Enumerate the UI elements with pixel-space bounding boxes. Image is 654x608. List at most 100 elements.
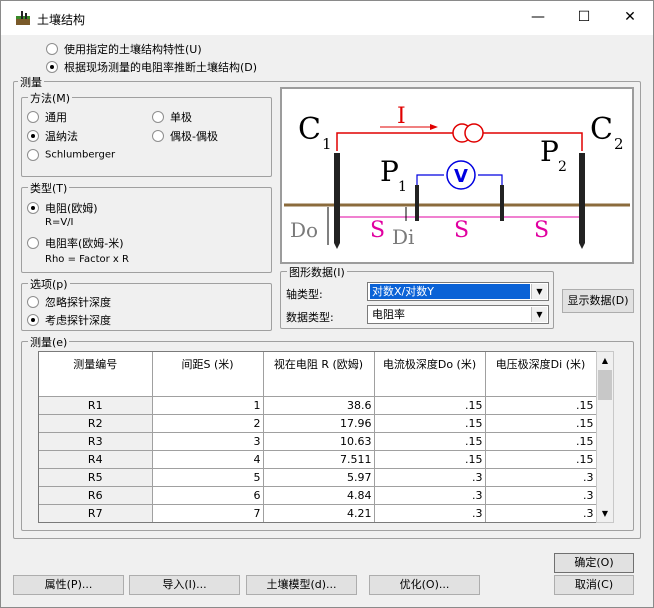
soil-model-button[interactable]: 土壤模型(d)... bbox=[246, 575, 357, 595]
method-wenner[interactable]: 温纳法 bbox=[27, 128, 78, 144]
method-group-title: 方法(M) bbox=[28, 90, 73, 106]
row-id[interactable]: R7 bbox=[39, 504, 153, 522]
radio-label: Schlumberger bbox=[45, 149, 116, 161]
table-row[interactable]: R5 5 5.97 .3 .3 bbox=[39, 468, 597, 487]
row-id[interactable]: R2 bbox=[39, 414, 153, 433]
c2-subscript: 2 bbox=[614, 135, 624, 153]
row-id[interactable]: R6 bbox=[39, 486, 153, 505]
cell-current-depth[interactable]: .3 bbox=[374, 504, 486, 522]
cell-current-depth[interactable]: .3 bbox=[374, 486, 486, 505]
col-header-current-depth[interactable]: 电流极深度Do (米) bbox=[374, 352, 486, 397]
cell-voltage-depth[interactable]: .15 bbox=[485, 414, 597, 433]
cell-resistance[interactable]: 38.6 bbox=[263, 396, 375, 415]
electrode-diagram: C 1 C 2 P 1 P 2 I V Do Di S S S bbox=[280, 87, 634, 264]
cell-voltage-depth[interactable]: .3 bbox=[485, 486, 597, 505]
show-data-button[interactable]: 显示数据(D) bbox=[562, 289, 634, 313]
option-consider-depth[interactable]: 考虑探针深度 bbox=[27, 312, 111, 328]
electrode-c1-tip bbox=[334, 243, 340, 249]
type-resistance[interactable]: 电阻(欧姆) bbox=[27, 200, 98, 216]
voltage-wire-left bbox=[416, 174, 444, 185]
cell-voltage-depth[interactable]: .3 bbox=[485, 468, 597, 487]
row-id[interactable]: R1 bbox=[39, 396, 153, 415]
cell-spacing[interactable]: 3 bbox=[152, 432, 264, 451]
current-label: I bbox=[397, 104, 406, 129]
radio-measured-structure[interactable]: 根据现场测量的电阻率推断土壤结构(D) bbox=[46, 59, 257, 75]
radio-label: 电阻(欧姆) bbox=[45, 202, 98, 215]
cell-resistance[interactable]: 5.97 bbox=[263, 468, 375, 487]
cell-current-depth[interactable]: .15 bbox=[374, 414, 486, 433]
scroll-up-icon[interactable]: ▲ bbox=[597, 352, 613, 369]
optimize-button[interactable]: 优化(O)... bbox=[369, 575, 480, 595]
cell-resistance[interactable]: 7.511 bbox=[263, 450, 375, 469]
cell-spacing[interactable]: 1 bbox=[152, 396, 264, 415]
cell-spacing[interactable]: 6 bbox=[152, 486, 264, 505]
axis-type-select[interactable]: 对数X/对数Y ▼ bbox=[367, 282, 549, 301]
cell-voltage-depth[interactable]: .15 bbox=[485, 432, 597, 451]
method-unipolar[interactable]: 单极 bbox=[152, 109, 192, 125]
radio-indicator bbox=[27, 296, 39, 308]
cell-resistance[interactable]: 10.63 bbox=[263, 432, 375, 451]
table-row[interactable]: R1 1 38.6 .15 .15 bbox=[39, 396, 597, 415]
close-button[interactable]: ✕ bbox=[607, 1, 653, 33]
row-id[interactable]: R5 bbox=[39, 468, 153, 487]
col-header-resistance[interactable]: 视在电阻 R (欧姆) bbox=[263, 352, 375, 397]
measurements-table: 测量编号 间距S (米) 视在电阻 R (欧姆) 电流极深度Do (米) 电压极… bbox=[38, 351, 614, 523]
maximize-button[interactable]: ☐ bbox=[561, 1, 607, 33]
ok-button[interactable]: 确定(O) bbox=[554, 553, 634, 573]
voltage-wire-right bbox=[478, 174, 503, 185]
minimize-button[interactable]: — bbox=[515, 1, 561, 33]
table-scrollbar[interactable]: ▲ ▼ bbox=[596, 351, 614, 523]
radio-indicator bbox=[27, 202, 39, 214]
row-id[interactable]: R3 bbox=[39, 432, 153, 451]
properties-button[interactable]: 属性(P)... bbox=[13, 575, 124, 595]
app-icon bbox=[16, 11, 30, 25]
cell-current-depth[interactable]: .15 bbox=[374, 396, 486, 415]
radio-label: 根据现场测量的电阻率推断土壤结构(D) bbox=[64, 61, 258, 74]
radio-specified-structure[interactable]: 使用指定的土壤结构特性(U) bbox=[46, 41, 202, 57]
table-row[interactable]: R4 4 7.511 .15 .15 bbox=[39, 450, 597, 469]
option-ignore-depth[interactable]: 忽略探针深度 bbox=[27, 294, 111, 310]
chevron-down-icon: ▼ bbox=[531, 307, 547, 322]
col-header-id[interactable]: 测量编号 bbox=[39, 352, 153, 397]
method-general[interactable]: 通用 bbox=[27, 109, 67, 125]
method-schlumberger[interactable]: Schlumberger bbox=[27, 148, 115, 164]
cancel-button[interactable]: 取消(C) bbox=[554, 575, 634, 595]
scroll-thumb[interactable] bbox=[598, 370, 612, 400]
cell-voltage-depth[interactable]: .15 bbox=[485, 450, 597, 469]
table-row[interactable]: R3 3 10.63 .15 .15 bbox=[39, 432, 597, 451]
type-resistivity[interactable]: 电阻率(欧姆-米) bbox=[27, 235, 124, 251]
cell-resistance[interactable]: 4.21 bbox=[263, 504, 375, 522]
cell-current-depth[interactable]: .3 bbox=[374, 468, 486, 487]
scroll-down-icon[interactable]: ▼ bbox=[597, 505, 613, 522]
col-header-spacing[interactable]: 间距S (米) bbox=[152, 352, 264, 397]
cell-resistance[interactable]: 17.96 bbox=[263, 414, 375, 433]
cell-spacing[interactable]: 7 bbox=[152, 504, 264, 522]
cell-current-depth[interactable]: .15 bbox=[374, 450, 486, 469]
import-button[interactable]: 导入(I)... bbox=[129, 575, 240, 595]
method-dipole-dipole[interactable]: 偶极-偶极 bbox=[152, 128, 218, 144]
col-header-voltage-depth[interactable]: 电压极深度Di (米) bbox=[485, 352, 597, 397]
electrode-c2 bbox=[579, 153, 585, 243]
cell-spacing[interactable]: 4 bbox=[152, 450, 264, 469]
data-type-select[interactable]: 电阻率 ▼ bbox=[367, 305, 549, 324]
cell-spacing[interactable]: 5 bbox=[152, 468, 264, 487]
radio-label: 使用指定的土壤结构特性(U) bbox=[64, 43, 202, 56]
measurements-grid: 测量编号 间距S (米) 视在电阻 R (欧姆) 电流极深度Do (米) 电压极… bbox=[39, 352, 597, 522]
electrode-c2-tip bbox=[579, 243, 585, 249]
row-id[interactable]: R4 bbox=[39, 450, 153, 469]
di-label: Di bbox=[392, 225, 414, 249]
p2-subscript: 2 bbox=[558, 159, 567, 175]
cell-spacing[interactable]: 2 bbox=[152, 414, 264, 433]
data-type-value: 电阻率 bbox=[372, 308, 405, 321]
c1-label: C bbox=[298, 112, 321, 147]
ammeter-right-icon bbox=[464, 123, 484, 143]
table-row[interactable]: R6 6 4.84 .3 .3 bbox=[39, 486, 597, 505]
radio-label: 电阻率(欧姆-米) bbox=[45, 237, 124, 250]
cell-voltage-depth[interactable]: .3 bbox=[485, 504, 597, 522]
table-row[interactable]: R7 7 4.21 .3 .3 bbox=[39, 504, 597, 522]
cell-voltage-depth[interactable]: .15 bbox=[485, 396, 597, 415]
cell-current-depth[interactable]: .15 bbox=[374, 432, 486, 451]
cell-resistance[interactable]: 4.84 bbox=[263, 486, 375, 505]
radio-label: 单极 bbox=[170, 111, 192, 124]
table-row[interactable]: R2 2 17.96 .15 .15 bbox=[39, 414, 597, 433]
